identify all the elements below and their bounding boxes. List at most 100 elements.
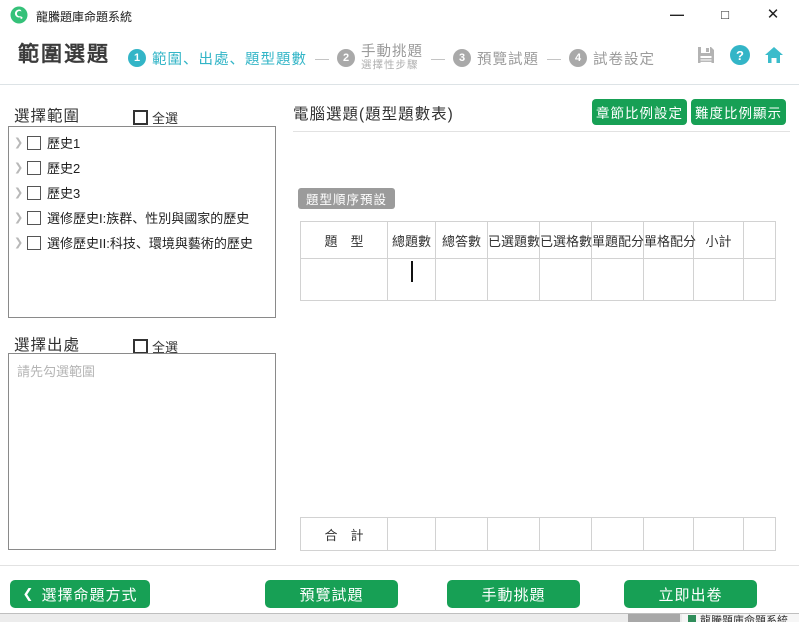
step-2-label: 手動挑題 xyxy=(361,45,423,60)
tree-item-history2[interactable]: ❯ 歷史2 xyxy=(9,155,275,180)
total-cell xyxy=(644,518,694,551)
tree-item-label: 選修歷史II:科技、環境與藝術的歷史 xyxy=(47,233,253,252)
step-connector: — xyxy=(547,50,561,66)
background-window-sliver: 龍騰題庫命題系統 xyxy=(0,613,799,622)
expand-arrow-icon[interactable]: ❯ xyxy=(14,186,27,199)
total-cell xyxy=(592,518,644,551)
total-row-table: 合 計 xyxy=(300,517,776,551)
expand-arrow-icon[interactable]: ❯ xyxy=(14,236,27,249)
col-header-question-type: 題 型 xyxy=(301,222,388,259)
cell-question-type[interactable] xyxy=(301,259,388,301)
tree-item-elective1[interactable]: ❯ 選修歷史I:族群、性別與國家的歷史 xyxy=(9,205,275,230)
page-title: 範圍選題 xyxy=(18,38,110,68)
home-icon[interactable] xyxy=(763,44,785,66)
source-list[interactable]: 請先勾選範圍 xyxy=(8,353,276,550)
col-header-extra xyxy=(744,222,776,259)
step-connector: — xyxy=(315,50,329,66)
col-header-total-questions: 總題數 xyxy=(388,222,436,259)
step-1-range: 1 範圍、出處、題型題數 xyxy=(128,48,307,69)
tree-item-checkbox[interactable] xyxy=(27,136,41,150)
chapter-ratio-button[interactable]: 章節比例設定 xyxy=(592,99,687,125)
cell-extra[interactable] xyxy=(744,259,776,301)
app-window: 龍騰題庫命題系統 — □ ✕ 範圍選題 1 範圍、出處、題型題數 — 2 手動挑… xyxy=(0,0,799,622)
total-cell xyxy=(744,518,776,551)
step-connector: — xyxy=(431,50,445,66)
footer-divider xyxy=(0,565,799,566)
tree-item-label: 選修歷史I:族群、性別與國家的歷史 xyxy=(47,208,249,227)
minimize-button[interactable]: — xyxy=(660,0,694,28)
background-window-title: 龍騰題庫命題系統 xyxy=(700,614,788,622)
manual-pick-button[interactable]: 手動挑題 xyxy=(447,580,580,608)
scope-select-all[interactable]: 全選 xyxy=(133,108,178,127)
total-cell xyxy=(694,518,744,551)
expand-arrow-icon[interactable]: ❯ xyxy=(14,136,27,149)
col-header-selected-questions: 已選題數 xyxy=(488,222,540,259)
total-cell xyxy=(488,518,540,551)
cell-total-answers[interactable] xyxy=(436,259,488,301)
save-icon[interactable] xyxy=(695,44,717,66)
col-header-subtotal: 小計 xyxy=(694,222,744,259)
col-header-points-per-question: 單題配分 xyxy=(592,222,644,259)
maximize-button[interactable]: □ xyxy=(708,0,742,28)
question-order-preset-button[interactable]: 題型順序預設 xyxy=(298,188,395,209)
section-divider xyxy=(293,131,790,132)
step-4-number: 4 xyxy=(569,49,587,67)
tree-item-label: 歷史2 xyxy=(47,158,80,177)
total-cell xyxy=(388,518,436,551)
text-caret xyxy=(411,261,413,282)
background-window-titlebar: 龍騰題庫命題系統 xyxy=(682,614,799,622)
app-title: 龍騰題庫命題系統 xyxy=(36,8,132,25)
step-3-label: 預覽試題 xyxy=(477,48,539,69)
step-2-sublabel: 選擇性步驟 xyxy=(361,60,423,71)
col-header-selected-cells: 已選格數 xyxy=(540,222,592,259)
step-3-number: 3 xyxy=(453,49,471,67)
cell-selected-questions[interactable] xyxy=(488,259,540,301)
generate-paper-button[interactable]: 立即出卷 xyxy=(624,580,757,608)
total-row-label: 合 計 xyxy=(301,518,388,551)
cell-points-per-question[interactable] xyxy=(592,259,644,301)
back-to-method-button[interactable]: ❮ 選擇命題方式 xyxy=(10,580,150,608)
step-4-label: 試卷設定 xyxy=(593,48,655,69)
back-button-label: 選擇命題方式 xyxy=(41,584,137,605)
source-placeholder: 請先勾選範圍 xyxy=(17,361,275,380)
scope-select-all-label: 全選 xyxy=(152,108,178,127)
preview-questions-button[interactable]: 預覽試題 xyxy=(265,580,398,608)
cell-selected-cells[interactable] xyxy=(540,259,592,301)
step-2-manual-pick: 2 手動挑題 選擇性步驟 xyxy=(337,45,423,71)
source-select-all-checkbox[interactable] xyxy=(133,339,148,354)
tree-item-checkbox[interactable] xyxy=(27,236,41,250)
cell-subtotal[interactable] xyxy=(694,259,744,301)
main-section-title: 電腦選題(題型題數表) xyxy=(293,102,454,124)
tree-item-elective2[interactable]: ❯ 選修歷史II:科技、環境與藝術的歷史 xyxy=(9,230,275,255)
expand-arrow-icon[interactable]: ❯ xyxy=(14,161,27,174)
title-bar: 龍騰題庫命題系統 — □ ✕ xyxy=(0,0,799,30)
help-icon[interactable]: ? xyxy=(730,45,750,65)
step-1-label: 範圍、出處、題型題數 xyxy=(152,48,307,69)
tree-item-label: 歷史1 xyxy=(47,133,80,152)
tree-item-checkbox[interactable] xyxy=(27,211,41,225)
scope-panel-title: 選擇範圍 xyxy=(14,104,80,126)
cell-points-per-cell[interactable] xyxy=(644,259,694,301)
header-divider xyxy=(0,84,799,85)
tree-item-history1[interactable]: ❯ 歷史1 xyxy=(9,130,275,155)
tree-item-checkbox[interactable] xyxy=(27,186,41,200)
tree-item-history3[interactable]: ❯ 歷史3 xyxy=(9,180,275,205)
scope-tree: ❯ 歷史1 ❯ 歷史2 ❯ 歷史3 ❯ 選修歷史I:族群、性別與國家的歷史 ❯ … xyxy=(8,126,276,318)
table-data-row xyxy=(301,259,776,301)
step-2-number: 2 xyxy=(337,49,355,67)
app-logo-icon xyxy=(10,6,28,24)
background-window-icon xyxy=(688,615,696,622)
expand-arrow-icon[interactable]: ❯ xyxy=(14,211,27,224)
chevron-left-icon: ❮ xyxy=(23,586,35,602)
table-header-row: 題 型 總題數 總答數 已選題數 已選格數 單題配分 單格配分 小計 xyxy=(301,222,776,259)
scope-select-all-checkbox[interactable] xyxy=(133,110,148,125)
step-3-preview: 3 預覽試題 xyxy=(453,48,539,69)
total-row: 合 計 xyxy=(301,518,776,551)
tree-item-label: 歷史3 xyxy=(47,183,80,202)
difficulty-ratio-button[interactable]: 難度比例顯示 xyxy=(691,99,786,125)
tree-item-checkbox[interactable] xyxy=(27,161,41,175)
total-cell xyxy=(436,518,488,551)
close-button[interactable]: ✕ xyxy=(756,0,790,28)
source-panel-title: 選擇出處 xyxy=(14,333,80,355)
col-header-total-answers: 總答數 xyxy=(436,222,488,259)
